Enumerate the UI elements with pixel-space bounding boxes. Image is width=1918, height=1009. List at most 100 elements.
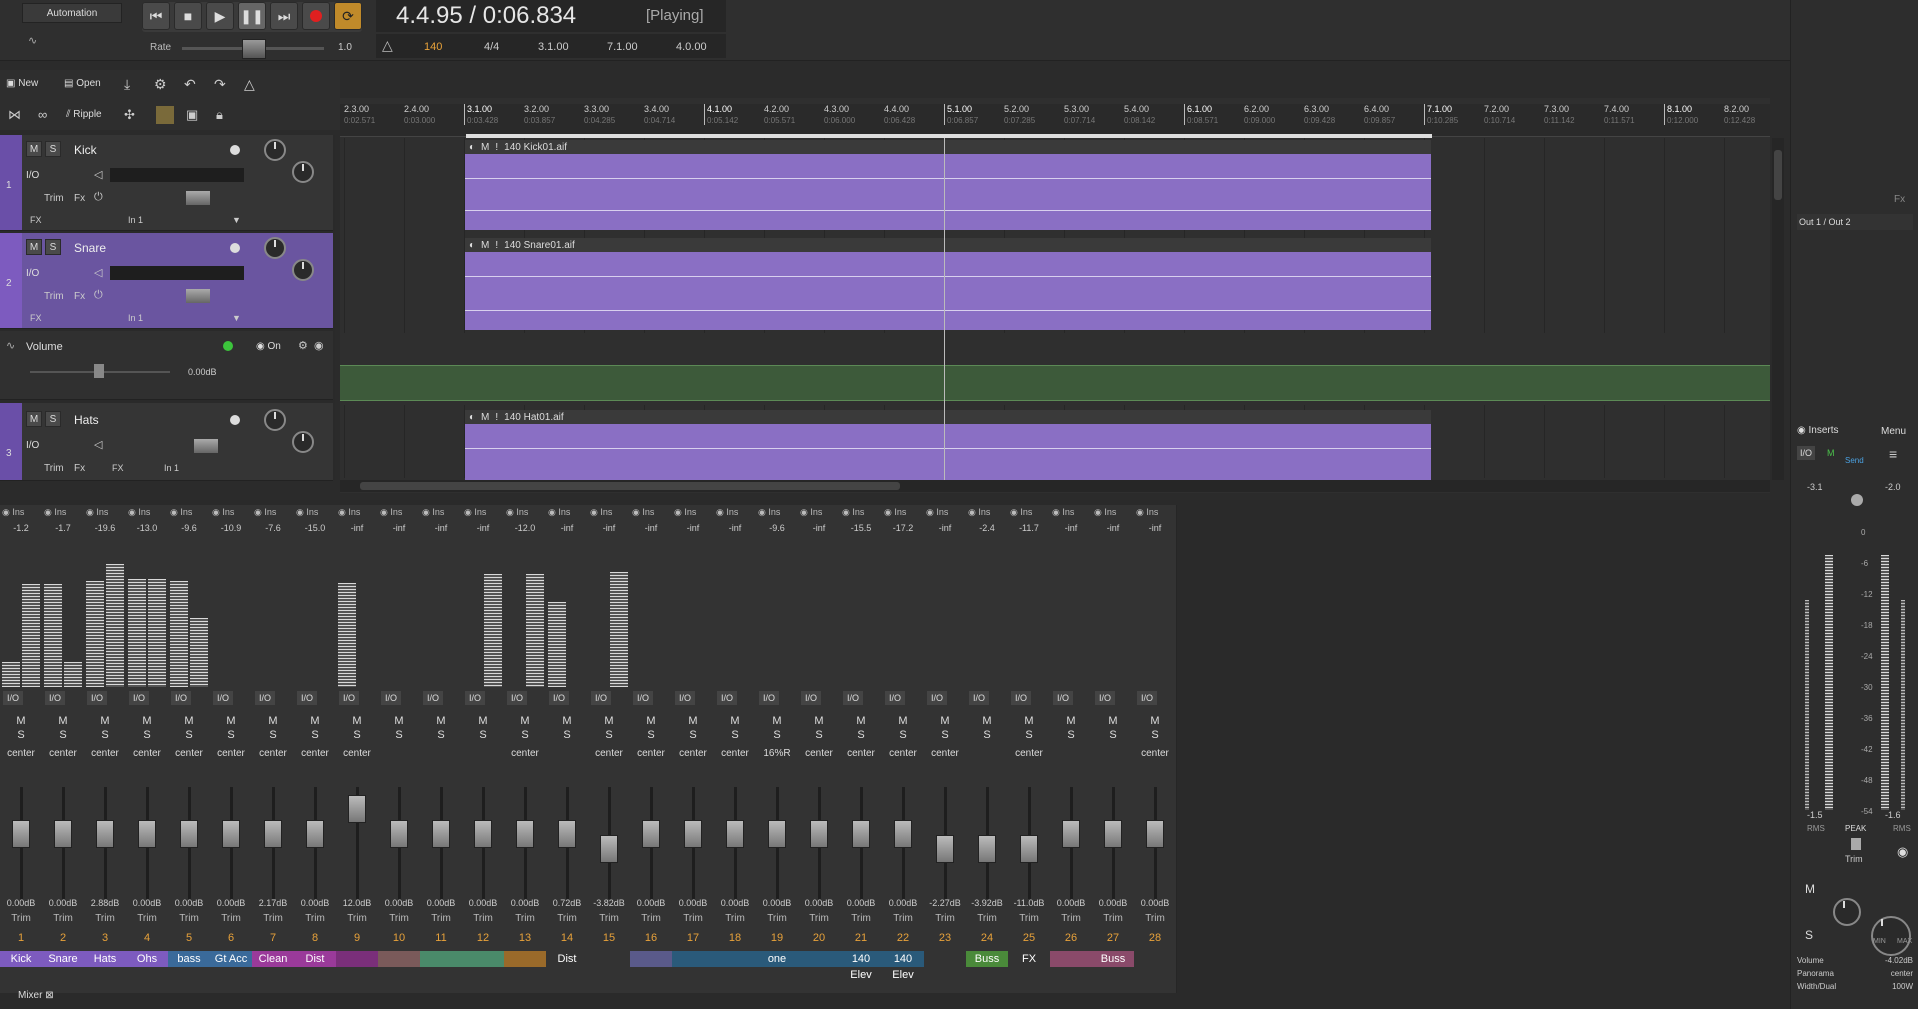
io-button[interactable]: I/O: [45, 691, 65, 705]
solo-button[interactable]: S: [714, 729, 756, 741]
strip-name[interactable]: bass: [168, 951, 210, 967]
pan-value[interactable]: center: [588, 748, 630, 759]
solo-button[interactable]: S: [1092, 729, 1134, 741]
pan-value[interactable]: 16%R: [756, 748, 798, 759]
playhead[interactable]: [944, 138, 945, 480]
insert-toggle[interactable]: ◉ Ins: [1010, 507, 1032, 518]
io-button[interactable]: I/O: [381, 691, 401, 705]
insert-toggle[interactable]: ◉ Ins: [590, 507, 612, 518]
mute-button[interactable]: M: [1134, 715, 1176, 727]
strip-name[interactable]: Dist: [546, 951, 588, 967]
automation-curve-icon[interactable]: ∿: [28, 34, 37, 47]
solo-button[interactable]: S: [168, 729, 210, 741]
monitor-icon[interactable]: ◁: [94, 266, 102, 279]
insert-toggle[interactable]: ◉ Ins: [2, 507, 24, 518]
mixer-strip[interactable]: ◉ Ins -15.5 I/O M Scenter 0.00dB Trim 21 140 Ele…: [840, 505, 883, 993]
mute-button[interactable]: M: [840, 715, 882, 727]
lock-icon[interactable]: 🔒︎: [216, 107, 223, 123]
pan-value[interactable]: center: [0, 748, 42, 759]
strip-name[interactable]: Gt Acc: [210, 951, 252, 967]
mixer-strip[interactable]: ◉ Ins -9.6 I/O M S 16%R 0.00dB Trim 19 one: [756, 505, 799, 993]
solo-button[interactable]: S: [252, 729, 294, 741]
master-fader-knob[interactable]: [1851, 494, 1863, 506]
solo-button[interactable]: S: [45, 141, 61, 157]
pan-value[interactable]: center: [714, 748, 756, 759]
close-icon[interactable]: ⊠: [45, 990, 53, 1001]
io-button[interactable]: I/O: [717, 691, 737, 705]
stop-button[interactable]: ■: [174, 2, 202, 30]
insert-toggle[interactable]: ◉ Ins: [464, 507, 486, 518]
track-header-kick[interactable]: 1 M S Kick I/O ◁ Trim Fx ⏻ FX In 1 ▼: [0, 135, 333, 231]
pan-value[interactable]: center: [84, 748, 126, 759]
fader-handle[interactable]: [1146, 820, 1164, 848]
pan-value[interactable]: center: [252, 748, 294, 759]
io-button[interactable]: I/O: [1053, 691, 1073, 705]
mute-button[interactable]: M: [672, 715, 714, 727]
track-header-hats[interactable]: 3 M S Hats I/O ◁ Trim Fx FX In 1: [0, 403, 333, 481]
mute-button[interactable]: M: [588, 715, 630, 727]
strip-name[interactable]: Hats: [84, 951, 126, 967]
mixer-strip[interactable]: ◉ Ins -17.2 I/O M Scenter 0.00dB Trim 22 140 Ele…: [882, 505, 925, 993]
fader-handle[interactable]: [474, 820, 492, 848]
inspector-pan-knob[interactable]: [1833, 898, 1861, 926]
io-button[interactable]: I/O: [26, 440, 39, 451]
io-button[interactable]: I/O: [339, 691, 359, 705]
mixer-strip[interactable]: ◉ Ins -19.6 I/O M Scenter 2.88dB Trim 3 Hats: [84, 505, 127, 993]
io-button[interactable]: I/O: [969, 691, 989, 705]
rewind-button[interactable]: ⏮: [142, 2, 170, 30]
pan-value[interactable]: center: [210, 748, 252, 759]
mixer-strip[interactable]: ◉ Ins -inf I/O M Scenter -2.27dB Trim 23: [924, 505, 967, 993]
fader-handle[interactable]: [180, 820, 198, 848]
rate-slider-handle[interactable]: [242, 39, 266, 59]
insert-toggle[interactable]: ◉ Ins: [506, 507, 528, 518]
mute-button[interactable]: M: [1008, 715, 1050, 727]
monitor-icon[interactable]: ◁: [94, 168, 102, 181]
track-name[interactable]: Kick: [74, 143, 97, 157]
pan-value[interactable]: center: [630, 748, 672, 759]
strip-name[interactable]: one: [756, 951, 798, 967]
fader-handle[interactable]: [978, 835, 996, 863]
solo-button[interactable]: S: [798, 729, 840, 741]
fader-handle[interactable]: [516, 820, 534, 848]
strip-name[interactable]: Buss: [966, 951, 1008, 967]
fader-handle[interactable]: [432, 820, 450, 848]
mute-button[interactable]: M: [546, 715, 588, 727]
insert-toggle[interactable]: ◉ Ins: [44, 507, 66, 518]
record-button[interactable]: [302, 2, 330, 30]
clip-snare[interactable]: ◐ M! 140 Snare01.aif: [465, 238, 1431, 330]
input-select[interactable]: In 1: [128, 313, 143, 323]
solo-button[interactable]: S: [1050, 729, 1092, 741]
volume-knob[interactable]: [264, 139, 286, 161]
mixer-strip[interactable]: ◉ Ins -inf I/O M Scenter -3.82dB Trim 15: [588, 505, 631, 993]
insert-toggle[interactable]: ◉ Ins: [254, 507, 276, 518]
trim-slider-handle[interactable]: [186, 289, 210, 303]
pan-value[interactable]: center: [840, 748, 882, 759]
solo-button[interactable]: S: [840, 729, 882, 741]
mute-button[interactable]: M: [26, 411, 42, 427]
clip-kick[interactable]: ◐ M! 140 Kick01.aif: [465, 140, 1431, 230]
mute-button[interactable]: M: [966, 715, 1008, 727]
insert-toggle[interactable]: ◉ Ins: [716, 507, 738, 518]
strip-name[interactable]: [1134, 951, 1176, 967]
new-button[interactable]: ▣ New: [6, 78, 38, 89]
automation-param[interactable]: Volume: [26, 341, 63, 353]
pan-value[interactable]: center: [672, 748, 714, 759]
mixer-strip[interactable]: ◉ Ins -10.9 I/O M Scenter 0.00dB Trim 6 Gt Acc: [210, 505, 253, 993]
mixer-strip[interactable]: ◉ Ins -inf I/O M S 0.00dB Trim 26: [1050, 505, 1093, 993]
io-button[interactable]: I/O: [801, 691, 821, 705]
menu-icon[interactable]: ≡: [1889, 446, 1897, 462]
io-button[interactable]: I/O: [213, 691, 233, 705]
solo-button[interactable]: S: [588, 729, 630, 741]
fader-handle[interactable]: [306, 820, 324, 848]
automation-lane-header[interactable]: ∿ Volume ◉ On ⚙ ◉ 0.00dB: [0, 331, 333, 400]
inserts-toggle[interactable]: ◉ Inserts: [1797, 425, 1839, 436]
pan-knob[interactable]: [292, 259, 314, 281]
input-select[interactable]: In 1: [128, 215, 143, 225]
fader-handle[interactable]: [768, 820, 786, 848]
automation-menu-icon[interactable]: ◉: [314, 339, 324, 352]
io-button[interactable]: I/O: [297, 691, 317, 705]
strip-name[interactable]: Ohs: [126, 951, 168, 967]
automation-on-toggle[interactable]: ◉ On: [256, 341, 281, 352]
pan-value[interactable]: center: [1008, 748, 1050, 759]
mixer-strip[interactable]: ◉ Ins -inf I/O M Scenter 0.00dB Trim 17: [672, 505, 715, 993]
